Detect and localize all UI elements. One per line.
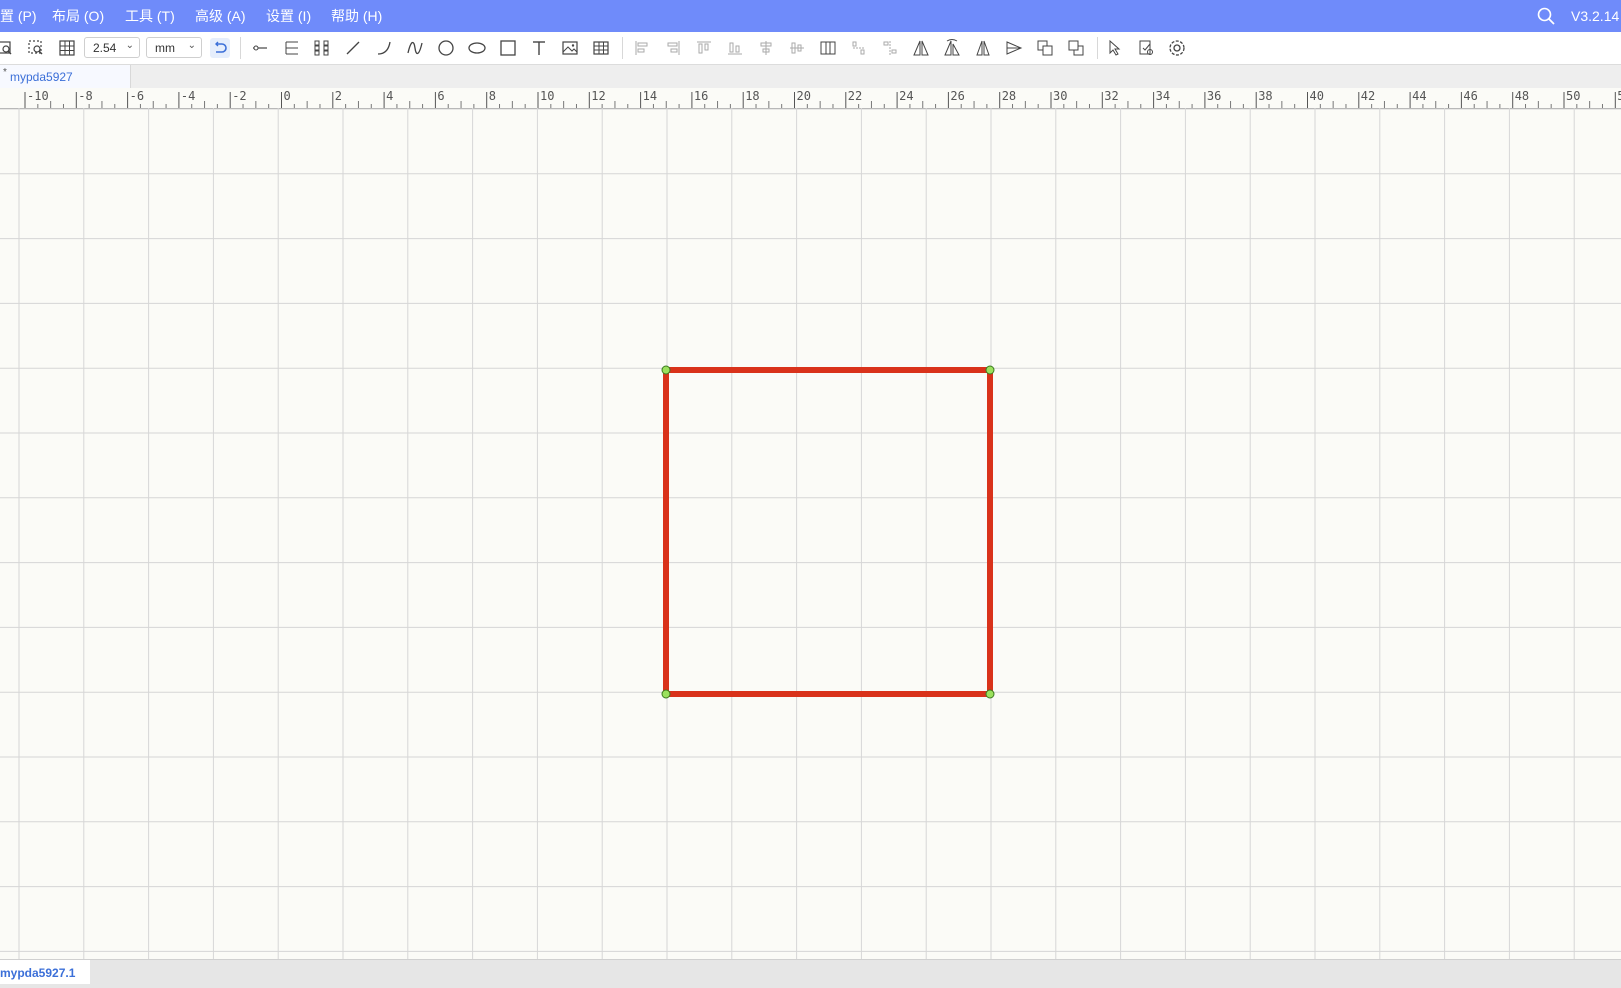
toolbar: 2.54 ⌄ mm ⌄ — [0, 32, 1621, 65]
ruler-label: 8 — [489, 89, 496, 103]
modified-marker: * — [3, 67, 7, 78]
ruler-label: 42 — [1361, 89, 1375, 103]
ruler-label: 38 — [1258, 89, 1272, 103]
zoom-selection-icon[interactable] — [26, 38, 46, 58]
align-right-icon[interactable] — [663, 38, 683, 58]
list-pins-icon[interactable] — [281, 38, 301, 58]
ruler-label: -6 — [130, 89, 144, 103]
arc-icon[interactable] — [374, 38, 394, 58]
menu-help[interactable]: 帮助 (H) — [331, 0, 382, 32]
ruler-label: 18 — [745, 89, 759, 103]
menu-tools[interactable]: 工具 (T) — [125, 0, 175, 32]
align-bottom-icon[interactable] — [725, 38, 745, 58]
rectangle-shape[interactable] — [661, 365, 995, 699]
ruler-label: 44 — [1412, 89, 1426, 103]
document-tab-label: mypda5927 — [10, 70, 73, 84]
grid-icon[interactable] — [57, 38, 77, 58]
ruler-label: 14 — [643, 89, 657, 103]
ruler-label: 12 — [591, 89, 605, 103]
text-icon[interactable] — [529, 38, 549, 58]
ruler-label: 4 — [386, 89, 393, 103]
rectangle-outline[interactable] — [663, 367, 993, 697]
schematic-canvas[interactable] — [0, 108, 1621, 959]
circle-icon[interactable] — [436, 38, 456, 58]
resize-handle-top-right[interactable] — [985, 365, 995, 375]
ruler-ticks: -10 -8 -6 -4 -2 0 2 4 6 8 10 12 14 16 18 20 22 24 26 28 30 32… — [24, 89, 1621, 108]
chevron-down-icon: ⌄ — [125, 40, 134, 51]
ruler-label: -4 — [181, 89, 195, 103]
align-top-icon[interactable] — [694, 38, 714, 58]
align-center-horizontal-icon[interactable] — [756, 38, 776, 58]
chevron-down-icon: ⌄ — [187, 40, 196, 51]
ruler-label: 48 — [1515, 89, 1529, 103]
resize-handle-bottom-right[interactable] — [985, 689, 995, 699]
menu-place[interactable]: 置 (P) — [0, 0, 37, 32]
ruler-label: 40 — [1310, 89, 1324, 103]
rotate-icon[interactable] — [1004, 38, 1024, 58]
horizontal-ruler: -10 -8 -6 -4 -2 0 2 4 6 8 10 12 14 16 18 20 22 24 26 28 30 32… — [0, 88, 1621, 109]
ruler-label: 26 — [950, 89, 964, 103]
rectangle-icon[interactable] — [498, 38, 518, 58]
settings-icon[interactable] — [1167, 38, 1187, 58]
ruler-label: -2 — [232, 89, 246, 103]
ruler-label: 32 — [1104, 89, 1118, 103]
resize-handle-top-left[interactable] — [661, 365, 671, 375]
send-back-icon[interactable] — [1066, 38, 1086, 58]
document-tab[interactable]: * mypda5927 — [0, 65, 131, 88]
unit-select[interactable]: mm ⌄ — [146, 37, 202, 58]
ruler-label: 36 — [1207, 89, 1221, 103]
distribute-horizontal-icon[interactable] — [849, 38, 869, 58]
version-label: V3.2.14 — [1571, 8, 1620, 24]
menu-settings[interactable]: 设置 (I) — [266, 0, 311, 32]
resize-handle-bottom-left[interactable] — [661, 689, 671, 699]
ellipse-icon[interactable] — [467, 38, 487, 58]
ruler-label: 28 — [1002, 89, 1016, 103]
ruler-label: 52 — [1617, 89, 1621, 103]
multi-pins-icon[interactable] — [312, 38, 332, 58]
grid-size-value: 2.54 — [93, 41, 117, 55]
ruler-label: 2 — [335, 89, 342, 103]
image-icon[interactable] — [560, 38, 580, 58]
line-icon[interactable] — [343, 38, 363, 58]
grid-size-select[interactable]: 2.54 ⌄ — [84, 37, 140, 58]
undo-icon[interactable] — [210, 38, 230, 58]
check-icon[interactable] — [1136, 38, 1156, 58]
ruler-label: 50 — [1566, 89, 1580, 103]
distribute-icon[interactable] — [818, 38, 838, 58]
ruler-label: -8 — [78, 89, 92, 103]
document-tab-bar: * mypda5927 — [0, 65, 1621, 88]
ruler-label: 22 — [848, 89, 862, 103]
ruler-label: 0 — [284, 89, 291, 103]
table-icon[interactable] — [591, 38, 611, 58]
select-icon[interactable] — [1105, 38, 1125, 58]
unit-value: mm — [155, 41, 175, 55]
canvas-grid — [0, 108, 1621, 959]
menu-bar: 置 (P) 布局 (O) 工具 (T) 高级 (A) 设置 (I) 帮助 (H)… — [0, 0, 1621, 32]
menu-layout[interactable]: 布局 (O) — [52, 0, 104, 32]
align-center-vertical-icon[interactable] — [787, 38, 807, 58]
bring-front-icon[interactable] — [1035, 38, 1055, 58]
bezier-icon[interactable] — [405, 38, 425, 58]
ruler-label: 16 — [694, 89, 708, 103]
sheet-tab-label: mypda5927.1 — [0, 966, 76, 980]
distribute-vertical-icon[interactable] — [880, 38, 900, 58]
zoom-fit-icon[interactable] — [0, 38, 16, 58]
ruler-label: 6 — [437, 89, 444, 103]
ruler-label: 34 — [1156, 89, 1170, 103]
ruler-label: 24 — [899, 89, 913, 103]
sheet-tab[interactable]: mypda5927.1 — [0, 960, 90, 984]
ruler-label: -10 — [27, 89, 49, 103]
search-icon[interactable] — [1536, 6, 1556, 26]
flip-horizontal-icon[interactable] — [911, 38, 931, 58]
align-left-icon[interactable] — [632, 38, 652, 58]
ruler-label: 20 — [797, 89, 811, 103]
pin-icon[interactable] — [250, 38, 270, 58]
ruler-label: 30 — [1053, 89, 1067, 103]
ruler-label: 46 — [1463, 89, 1477, 103]
menu-advanced[interactable]: 高级 (A) — [195, 0, 246, 32]
flip-vertical-icon[interactable] — [942, 38, 962, 58]
mirror-icon[interactable] — [973, 38, 993, 58]
ruler-label: 10 — [540, 89, 554, 103]
sheet-tab-bar: mypda5927.1 — [0, 959, 1621, 988]
